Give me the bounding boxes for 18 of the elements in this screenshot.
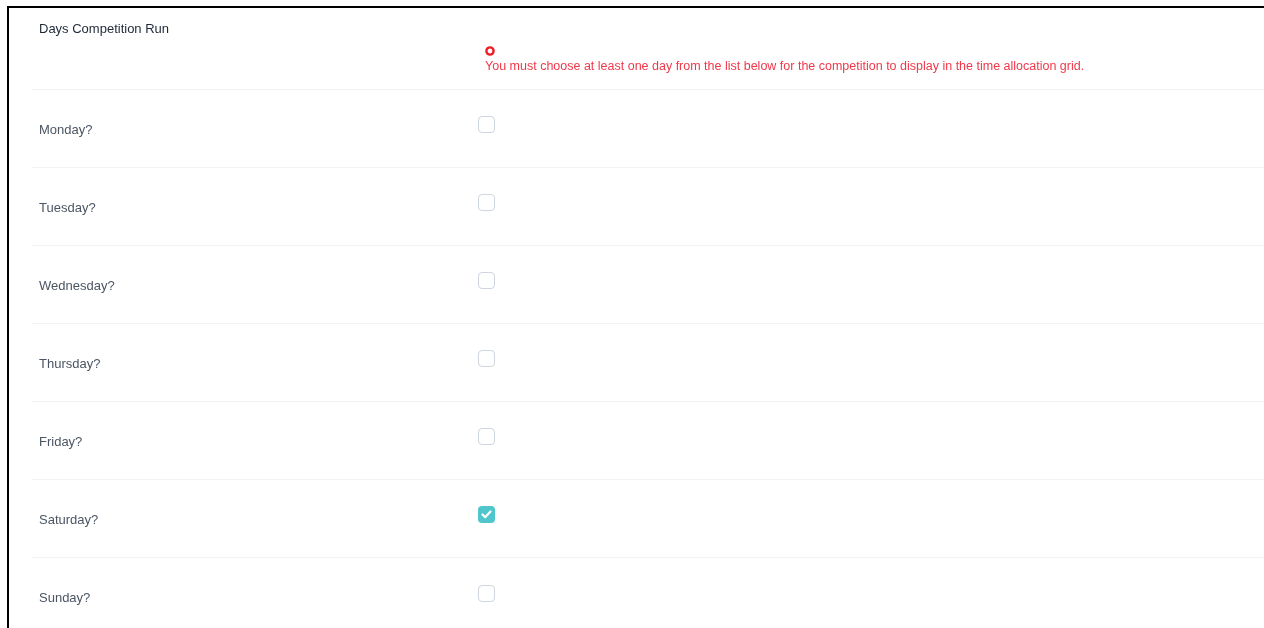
day-label: Monday? xyxy=(38,120,94,139)
day-checkbox[interactable] xyxy=(478,428,495,445)
day-checkbox[interactable] xyxy=(478,584,495,602)
day-checkbox[interactable] xyxy=(478,506,495,523)
error-message: You must choose at least one day from the list below for the competition to display in the time allocation grid. xyxy=(485,58,1085,74)
day-checkbox[interactable] xyxy=(478,350,495,367)
day-label: Wednesday? xyxy=(38,276,116,295)
day-checkbox[interactable] xyxy=(478,116,495,133)
day-label: Sunday? xyxy=(38,589,92,608)
check-icon xyxy=(481,510,492,519)
day-label: Tuesday? xyxy=(38,198,97,217)
error-icon xyxy=(485,46,495,56)
day-checkbox[interactable] xyxy=(478,194,495,211)
day-label: Saturday? xyxy=(38,510,100,529)
section-title: Days Competition Run xyxy=(39,20,170,38)
day-label: Friday? xyxy=(38,432,84,451)
day-label: Thursday? xyxy=(38,354,102,373)
day-checkbox[interactable] xyxy=(478,272,495,289)
